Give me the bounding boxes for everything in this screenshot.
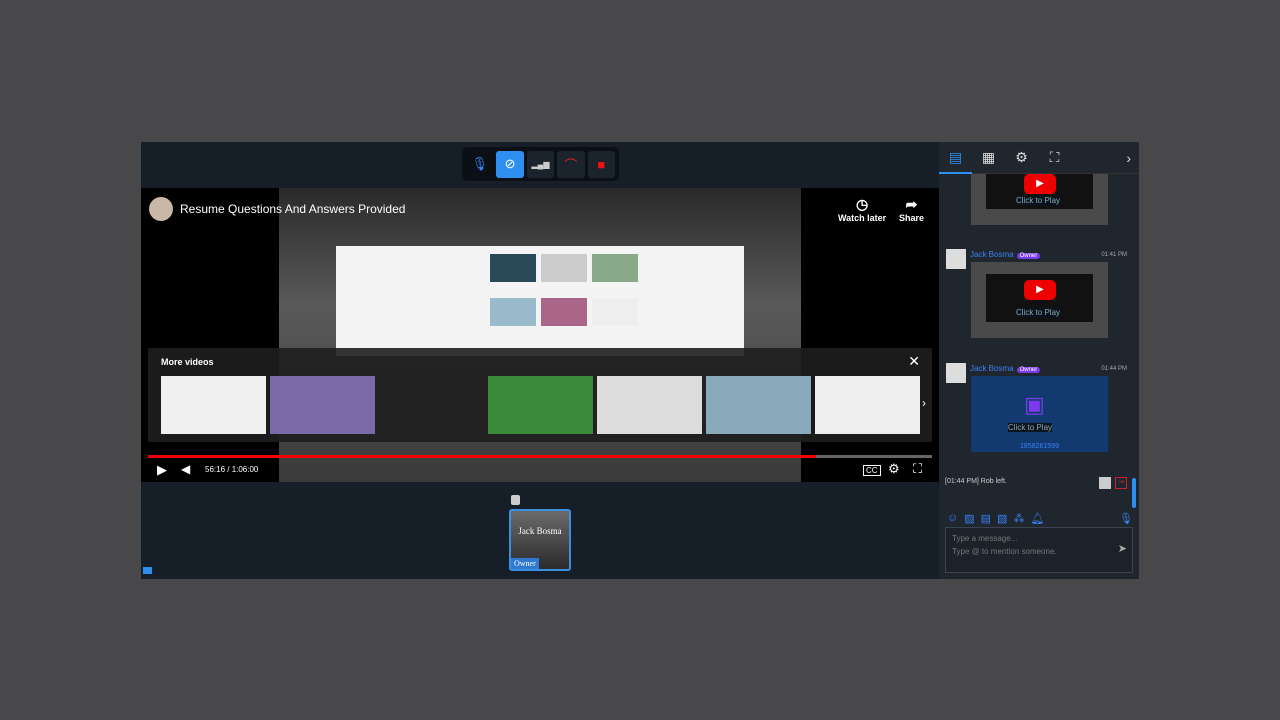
owner-badge: Owner [1016, 367, 1041, 373]
suggested-video[interactable] [597, 376, 702, 434]
bell-icon[interactable]: 🔔︎ [1030, 512, 1044, 525]
share-label: Share [899, 213, 925, 223]
more-videos-title: More videos [161, 357, 214, 367]
video-player[interactable]: Resume Questions And Answers Provided ◷ W… [141, 188, 939, 482]
system-message: [01:44 PM] Rob left. [945, 478, 1007, 485]
chevron-right-icon[interactable]: › [1126, 150, 1131, 166]
user-icon [511, 495, 520, 505]
hang-up-button[interactable]: ⌒ [557, 150, 585, 178]
signal-button[interactable]: ▂▄▆ [526, 150, 555, 178]
click-to-play: Click to Play [1016, 308, 1061, 317]
sender-name[interactable]: Jack Bosma [970, 250, 1014, 259]
image-icon[interactable]: ▧ [997, 512, 1007, 525]
suggested-video[interactable] [488, 376, 593, 434]
message-input[interactable]: Type a message... Type @ to mention some… [945, 527, 1133, 573]
app-window: 🎙 ⊘ ▂▄▆ ⌒ ■ Resume Questions And Answers… [141, 142, 1139, 579]
camera-toggle-button[interactable]: ⊘ [496, 150, 524, 178]
stop-recording-button[interactable]: ■ [587, 150, 616, 178]
twitch-icon: ▣ [1024, 392, 1045, 417]
sidebar-tabs: ▤ ▦ ⚙ ⛶ › [939, 142, 1139, 174]
progress-bar[interactable] [148, 455, 932, 458]
video-title[interactable]: Resume Questions And Answers Provided [180, 202, 405, 216]
suggested-video[interactable] [270, 376, 375, 434]
participant-tile[interactable]: Jack Bosma Owner [509, 509, 571, 571]
chat-bubble-icon[interactable] [143, 567, 152, 574]
grid-tab-icon[interactable]: ▦ [972, 149, 1005, 166]
fullscreen-tab-icon[interactable]: ⛶ [1038, 149, 1071, 166]
send-icon[interactable]: ➤ [1118, 543, 1127, 556]
suggested-video[interactable] [706, 376, 811, 434]
chevron-right-icon[interactable]: › [922, 396, 926, 410]
youtube-embed[interactable]: ▶ Click to Play [971, 262, 1108, 338]
watch-later-label: Watch later [838, 213, 887, 223]
chat-tools: ☺ ▨ ▤ ▧ ⁂ 🔔︎ 🎙 [947, 512, 1133, 525]
stop-icon: ■ [597, 156, 606, 172]
video-content [336, 246, 744, 356]
sticker-icon[interactable]: ▨ [964, 512, 974, 525]
close-icon[interactable]: ✕ [908, 353, 920, 370]
settings-tab-icon[interactable]: ⚙ [1005, 149, 1038, 166]
suggested-video[interactable] [815, 376, 920, 434]
owner-badge: Owner [1016, 253, 1041, 259]
placeholder-line-2: Type @ to mention someone. [952, 547, 1057, 556]
signal-icon: ▂▄▆ [531, 159, 550, 169]
microphone-button[interactable]: 🎙 [466, 151, 493, 178]
youtube-embed[interactable]: ▶ Click to Play [971, 174, 1108, 225]
twitch-embed[interactable]: ▣ Click to Play 1858261599 [971, 376, 1108, 452]
suggested-video[interactable] [379, 376, 484, 434]
chat-sidebar: ▤ ▦ ⚙ ⛶ › ▶ Click to Play Jack Bosma Owner… [939, 142, 1139, 579]
participant-role: Owner [511, 558, 539, 569]
chat-tab-icon[interactable]: ▤ [939, 142, 972, 174]
volume-icon[interactable]: ◀ [181, 462, 190, 476]
microphone-icon[interactable]: 🎙 [1119, 512, 1133, 525]
avatar [1099, 477, 1111, 489]
microphone-icon: 🎙 [471, 156, 488, 171]
placeholder-line-1: Type a message... [952, 534, 1018, 543]
settings-icon[interactable]: ⚙ [888, 461, 900, 477]
avatar [946, 249, 966, 269]
suggested-video[interactable] [161, 376, 266, 434]
gif-icon[interactable]: ▤ [981, 512, 991, 525]
channel-avatar[interactable] [149, 197, 173, 221]
share-icon[interactable]: ⁂ [1013, 512, 1024, 525]
camera-off-icon: ⊘ [504, 156, 516, 171]
youtube-play-icon: ▶ [1024, 280, 1056, 300]
clock-icon: ◷ [855, 196, 869, 212]
fullscreen-icon[interactable]: ⛶ [913, 461, 922, 477]
call-toolbar: 🎙 ⊘ ▂▄▆ ⌒ ■ [462, 147, 619, 181]
leave-icon: ⇥ [1115, 477, 1127, 489]
avatar [946, 363, 966, 383]
participant-name: Jack Bosma [518, 526, 562, 536]
scrollbar[interactable] [1132, 478, 1136, 508]
share-button[interactable]: ➦ Share [899, 196, 924, 223]
sender-name[interactable]: Jack Bosma [970, 364, 1014, 373]
more-videos-panel: More videos ✕ › [148, 348, 932, 442]
emoji-icon[interactable]: ☺ [947, 512, 958, 525]
hang-up-icon: ⌒ [564, 157, 578, 173]
main-stage: 🎙 ⊘ ▂▄▆ ⌒ ■ Resume Questions And Answers… [141, 142, 939, 579]
message-time: 01:44 PM [1101, 366, 1127, 372]
click-to-play: Click to Play [1016, 196, 1061, 205]
youtube-play-icon: ▶ [1024, 174, 1056, 194]
play-icon[interactable]: ▶ [157, 462, 167, 478]
click-to-play: Click to Play [1008, 423, 1053, 432]
time-display: 56:16 / 1:06:00 [205, 465, 259, 474]
watch-later-button[interactable]: ◷ Watch later [838, 196, 886, 223]
progress-fill [148, 455, 816, 458]
captions-icon[interactable]: CC [863, 465, 881, 476]
stream-id: 1858261599 [1020, 443, 1059, 450]
share-icon: ➦ [905, 196, 918, 212]
message-time: 01:41 PM [1101, 252, 1127, 258]
